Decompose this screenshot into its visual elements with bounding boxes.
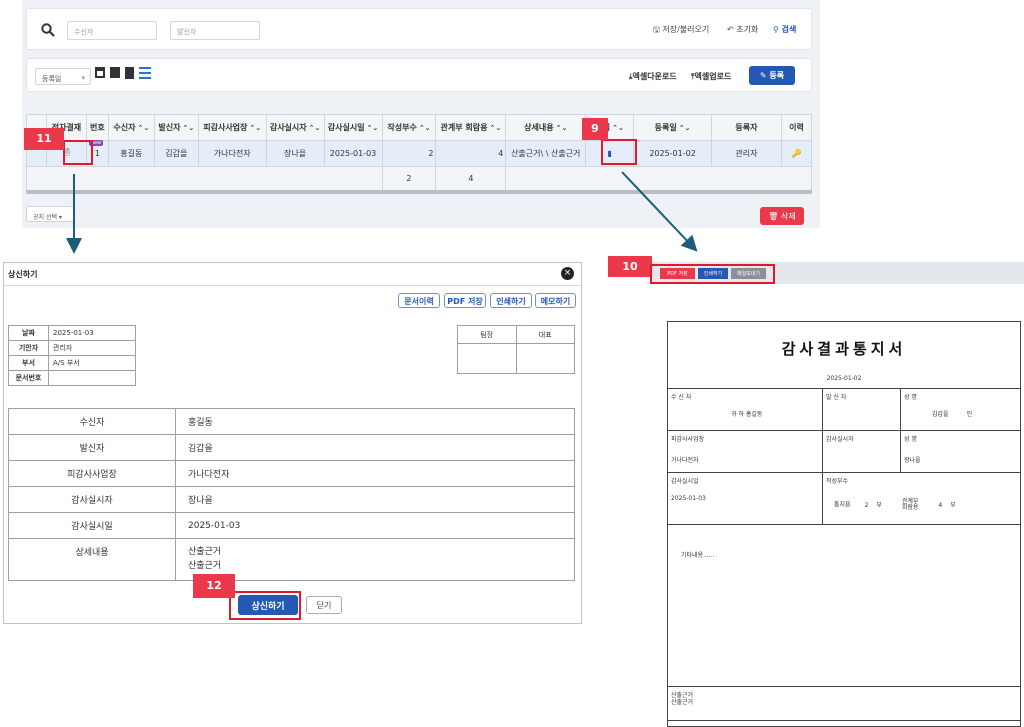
callout-12: 12 — [193, 574, 235, 598]
cancel-button[interactable]: 닫기 — [306, 596, 342, 614]
memo-button[interactable]: 메모하기 — [535, 293, 576, 308]
approval-sign-lead — [457, 343, 517, 374]
print-button[interactable]: 인쇄하기 — [490, 293, 532, 308]
close-icon[interactable]: × — [561, 267, 574, 280]
highlight-submit — [229, 591, 301, 620]
approval-sign-ceo — [515, 343, 575, 374]
pdf-save-button[interactable]: PDF 저장 — [444, 293, 486, 308]
doc-info-table: 날짜 2025-01-03 기안자 관리자 부서 A/S 부서 문서번호 — [8, 325, 136, 386]
doc-date: 2025-01-02 — [826, 375, 862, 382]
doc-history-button[interactable]: 문서이력 — [398, 293, 440, 308]
field-table: 수신자 홍길동 발신자 김갑을 피감사사업장 가나다전자 감사실시자 장나을 감사실시일… — [8, 408, 575, 581]
modal-title: 상신하기 — [8, 270, 38, 279]
modal-divider — [4, 285, 581, 286]
doc-table: 수 신 자귀 하 홍길동 발 신 자 성 명 김갑을 인 피감사사업장 가나다전자 감… — [667, 388, 1021, 727]
submit-modal: 상신하기 × 문서이력 PDF 저장 인쇄하기 메모하기 날짜 2025-01-0… — [3, 262, 582, 624]
callout-10: 10 — [608, 256, 652, 277]
preview-print-button[interactable]: 인쇄하기 — [698, 268, 728, 279]
approval-table: 팀장 대표 — [457, 325, 575, 374]
preview-mail-button[interactable]: 메일보내기 — [731, 268, 766, 279]
audit-document: 감사결과통지서 2025-01-02 수 신 자귀 하 홍길동 발 신 자 성 … — [667, 321, 1021, 727]
preview-pdf-button[interactable]: PDF 저장 — [660, 268, 695, 279]
doc-title: 감사결과통지서 — [781, 340, 907, 358]
